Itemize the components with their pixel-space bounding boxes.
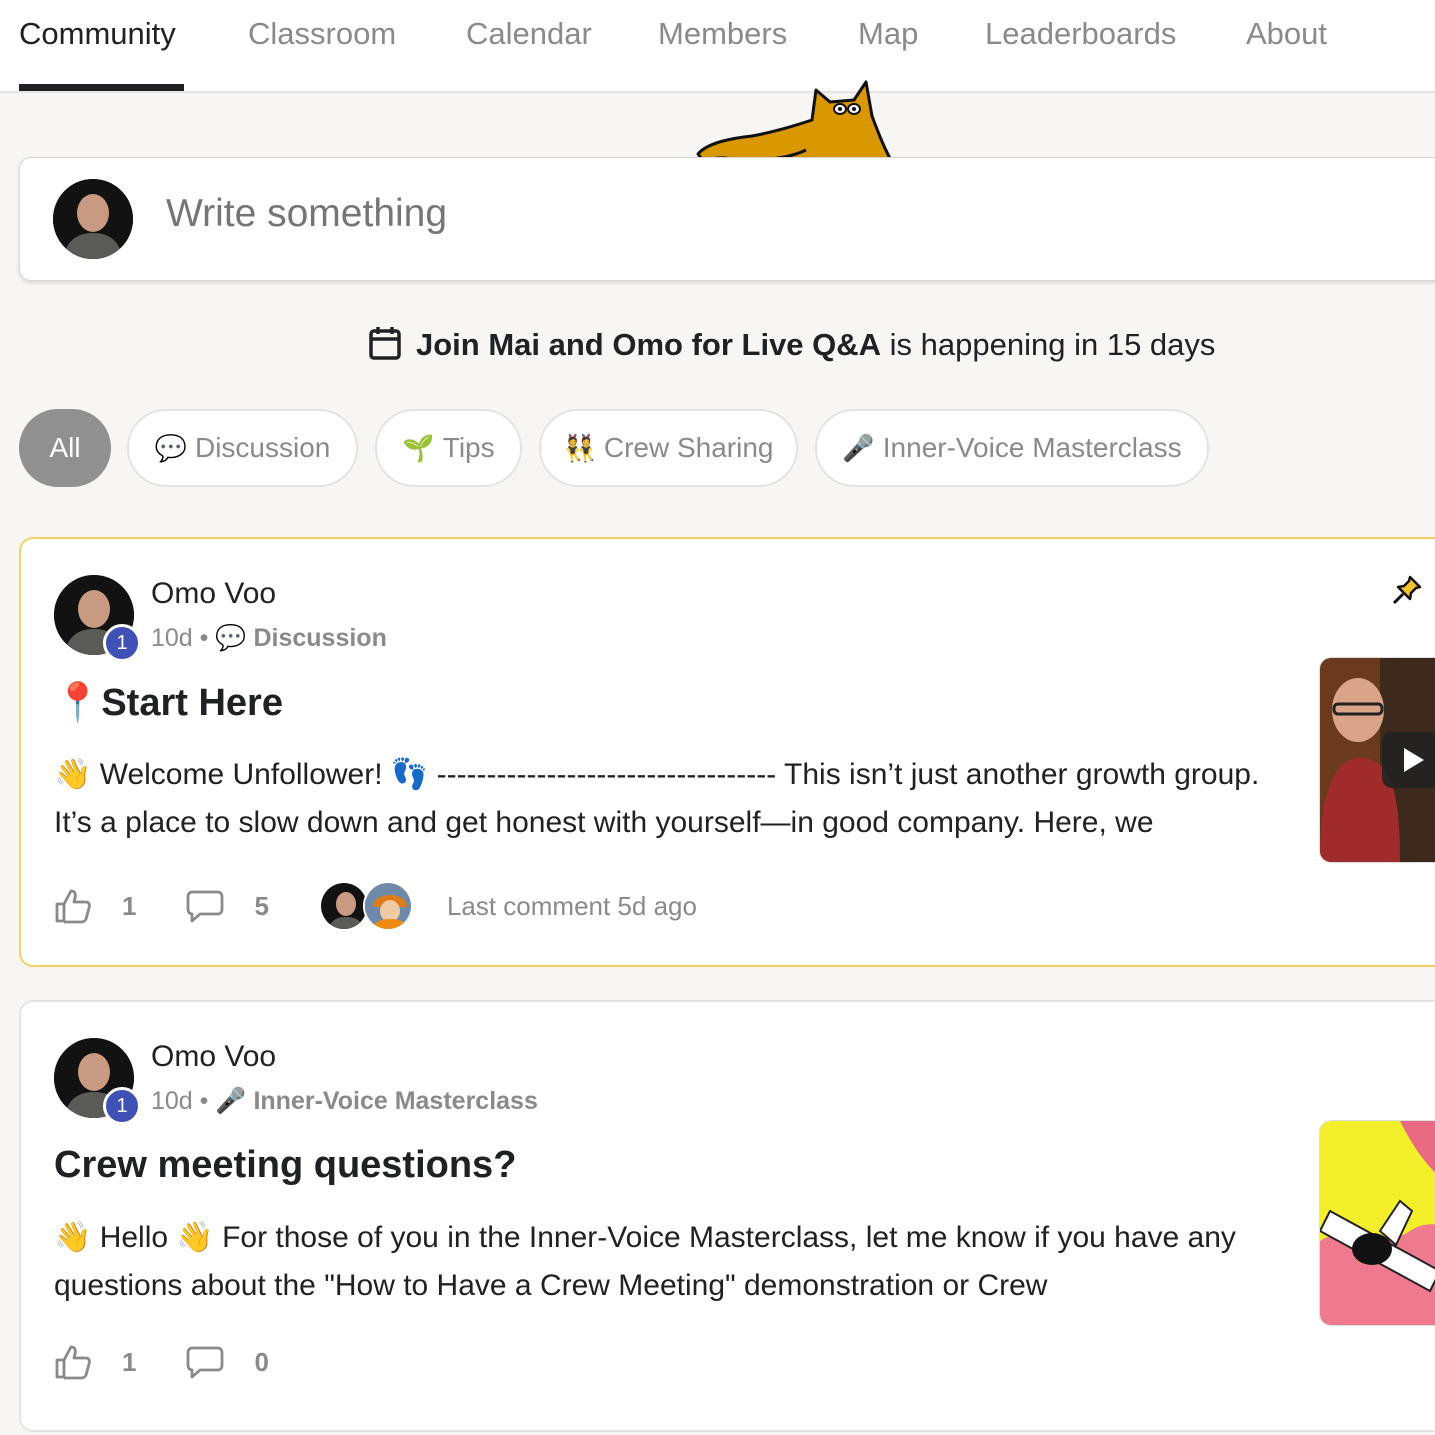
filter-crew-sharing[interactable]: 👯 Crew Sharing [539,409,798,487]
author-name[interactable]: Omo Voo [151,577,276,611]
post-composer[interactable] [19,157,1435,281]
comment-icon [187,1346,224,1379]
filter-label: Inner-Voice Masterclass [882,432,1182,463]
commenter-avatar[interactable] [362,881,413,931]
tab-classroom[interactable]: Classroom [248,16,396,52]
post-meta: 10d • 💬 Discussion [151,624,387,652]
event-name[interactable]: Join Mai and Omo for Live Q&A [416,327,881,362]
active-tab-indicator [19,84,184,91]
pin-icon [1392,575,1422,605]
commenter-avatars [318,881,413,931]
post-stats: 1 5 Last comment 5d ago [54,881,697,931]
comment-button[interactable]: 0 [186,1345,269,1379]
speech-bubble-icon: 💬 [154,432,187,463]
comment-count: 0 [254,1346,269,1377]
like-count: 1 [122,1346,137,1377]
filter-label: Crew Sharing [603,432,774,463]
filter-label: All [49,432,81,463]
filter-inner-voice-masterclass[interactable]: 🎤 Inner-Voice Masterclass [815,409,1209,487]
like-button[interactable]: 1 [54,888,136,924]
post-card[interactable]: 1 Omo Voo 10d • 💬 Discussion 📍Start Here… [19,537,1435,967]
seedling-icon: 🌱 [402,432,435,463]
post-time: 10d [151,624,193,652]
post-title[interactable]: 📍Start Here [54,681,283,725]
event-banner[interactable]: Join Mai and Omo for Live Q&A is happeni… [368,325,1215,363]
tab-community[interactable]: Community [19,16,176,52]
illustration-thumbnail[interactable] [1319,1120,1435,1326]
like-count: 1 [122,890,137,921]
event-countdown: is happening in 15 days [881,327,1216,362]
filter-discussion[interactable]: 💬 Discussion [127,409,358,487]
video-thumbnail[interactable] [1319,657,1435,863]
like-button[interactable]: 1 [54,1344,136,1380]
post-card[interactable]: 1 Omo Voo 10d • 🎤 Inner-Voice Masterclas… [19,1000,1435,1432]
write-something-input[interactable] [166,192,1066,236]
round-pushpin-icon: 📍 [54,682,102,724]
filter-all[interactable]: All [19,409,111,487]
comment-icon [187,890,224,923]
calendar-icon [369,327,401,360]
post-time: 10d [151,1087,193,1115]
level-badge: 1 [103,1087,141,1125]
user-avatar [53,179,133,259]
tab-members[interactable]: Members [658,16,787,52]
post-stats: 1 0 [54,1344,319,1380]
filter-label: Discussion [194,432,331,463]
post-excerpt[interactable]: 👋 Hello 👋 For those of you in the Inner-… [54,1214,1284,1310]
filter-label: Tips [442,432,495,463]
post-title[interactable]: Crew meeting questions? [54,1144,516,1187]
comment-count: 5 [254,890,269,921]
post-meta: 10d • 🎤 Inner-Voice Masterclass [151,1087,538,1115]
tab-about[interactable]: About [1246,16,1327,52]
author-name[interactable]: Omo Voo [151,1040,276,1074]
people-icon: 👯 [563,432,596,463]
microphone-icon: 🎤 [215,1087,247,1115]
tab-map[interactable]: Map [858,16,918,52]
tab-leaderboards[interactable]: Leaderboards [985,16,1176,52]
level-badge: 1 [103,624,141,662]
comment-button[interactable]: 5 [186,889,269,923]
post-category[interactable]: Discussion [253,624,386,652]
last-comment-time: Last comment 5d ago [446,890,697,921]
tab-calendar[interactable]: Calendar [466,16,592,52]
commenter-avatar[interactable] [318,881,369,931]
post-excerpt[interactable]: 👋 Welcome Unfollower! 👣 ----------------… [54,751,1284,847]
post-title-text: Start Here [101,682,283,724]
filter-tips[interactable]: 🌱 Tips [375,409,522,487]
thumbs-up-icon [55,1345,91,1380]
microphone-icon: 🎤 [842,432,875,463]
post-category[interactable]: Inner-Voice Masterclass [253,1087,537,1115]
speech-bubble-icon: 💬 [215,624,247,652]
thumbs-up-icon [55,889,91,924]
